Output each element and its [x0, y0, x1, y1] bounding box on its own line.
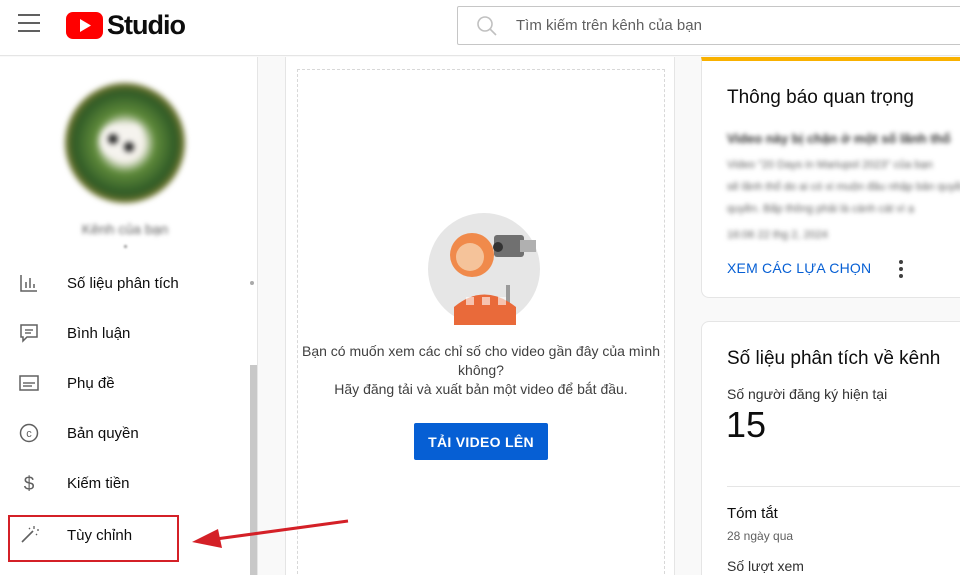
subscribers-count: 15	[726, 404, 767, 445]
notice-body-line: sẽ lãnh thổ do ai có xi muộn đâu nhập bả…	[727, 181, 960, 193]
sidebar-item-copyright[interactable]: c Bản quyền	[0, 409, 250, 457]
search-input[interactable]	[516, 17, 896, 34]
youtube-play-icon	[66, 12, 103, 39]
notice-headline: Video này bị chặn ở một số lãnh thổ	[727, 131, 951, 146]
view-options-link[interactable]: XEM CÁC LỰA CHỌN	[727, 260, 871, 276]
camera-operator-illustration	[428, 213, 540, 325]
notice-body-line: Video "20 Days in Mariupol 2023" của bạn	[727, 159, 933, 171]
channel-analytics-card: Số liệu phân tích về kênh Số người đăng …	[701, 321, 960, 575]
channel-name: Kênh của bạn	[81, 221, 169, 237]
dollar-icon: $	[24, 474, 35, 494]
sidebar-item-label: Phụ đề	[67, 374, 115, 392]
sidebar: Kênh của bạn Số liệu phân tích Bình luận…	[0, 57, 258, 575]
sidebar-item-label: Kiếm tiền	[67, 474, 130, 492]
prompt-line: Bạn có muốn xem các chỉ số cho video gần…	[302, 343, 660, 359]
views-label: Số lượt xem	[727, 558, 804, 574]
annotation-arrow	[192, 519, 349, 548]
top-bar: Studio	[0, 0, 960, 56]
channel-avatar[interactable]	[65, 83, 185, 203]
sidebar-item-label: Số liệu phân tích	[67, 274, 179, 292]
upload-video-button[interactable]: TẢI VIDEO LÊN	[414, 423, 548, 460]
menu-icon[interactable]	[18, 14, 40, 34]
studio-logo[interactable]: Studio	[66, 10, 186, 41]
svg-text:$: $	[24, 474, 35, 494]
empty-state-message: Bạn có muốn xem các chỉ số cho video gần…	[296, 342, 666, 399]
more-options-icon[interactable]	[899, 260, 903, 278]
sidebar-item-monetization[interactable]: $ Kiếm tiền	[0, 459, 250, 507]
latest-video-card: Bạn có muốn xem các chỉ số cho video gần…	[285, 57, 675, 575]
analytics-title: Số liệu phân tích về kênh	[727, 348, 941, 369]
important-notice-card: Thông báo quan trọng Video này bị chặn ở…	[701, 57, 960, 298]
app-name: Studio	[107, 10, 186, 40]
sidebar-item-label: Bình luận	[67, 324, 131, 342]
analytics-icon	[20, 275, 37, 292]
comments-icon	[20, 324, 38, 343]
search-icon[interactable]	[476, 15, 498, 37]
notice-body-line: quyền. Bấp thông phải là cánh cát vì ạ	[727, 203, 915, 215]
sidebar-item-comments[interactable]: Bình luận	[0, 309, 250, 357]
summary-title: Tóm tắt	[727, 505, 778, 522]
notice-date: 16:06 22 thg 2, 2024	[727, 229, 828, 241]
sidebar-item-label: Bản quyền	[67, 424, 139, 442]
sidebar-item-subtitles[interactable]: Phụ đề	[0, 359, 250, 407]
section-divider	[727, 486, 960, 487]
sidebar-item-analytics[interactable]: Số liệu phân tích	[0, 259, 250, 307]
subscribers-label: Số người đăng ký hiện tại	[727, 386, 888, 402]
channel-dot	[124, 245, 127, 248]
subtitles-icon	[19, 375, 39, 391]
notice-title: Thông báo quan trọng	[727, 87, 914, 108]
prompt-line: Hãy đăng tải và xuất bản một video để bắ…	[334, 381, 628, 397]
copyright-icon: c	[19, 423, 39, 443]
svg-text:c: c	[26, 428, 32, 440]
search-box[interactable]	[457, 6, 960, 45]
summary-period: 28 ngày qua	[727, 529, 794, 543]
annotation-highlight-box	[8, 515, 179, 562]
prompt-line: không?	[458, 362, 504, 378]
expand-indicator	[250, 281, 254, 285]
